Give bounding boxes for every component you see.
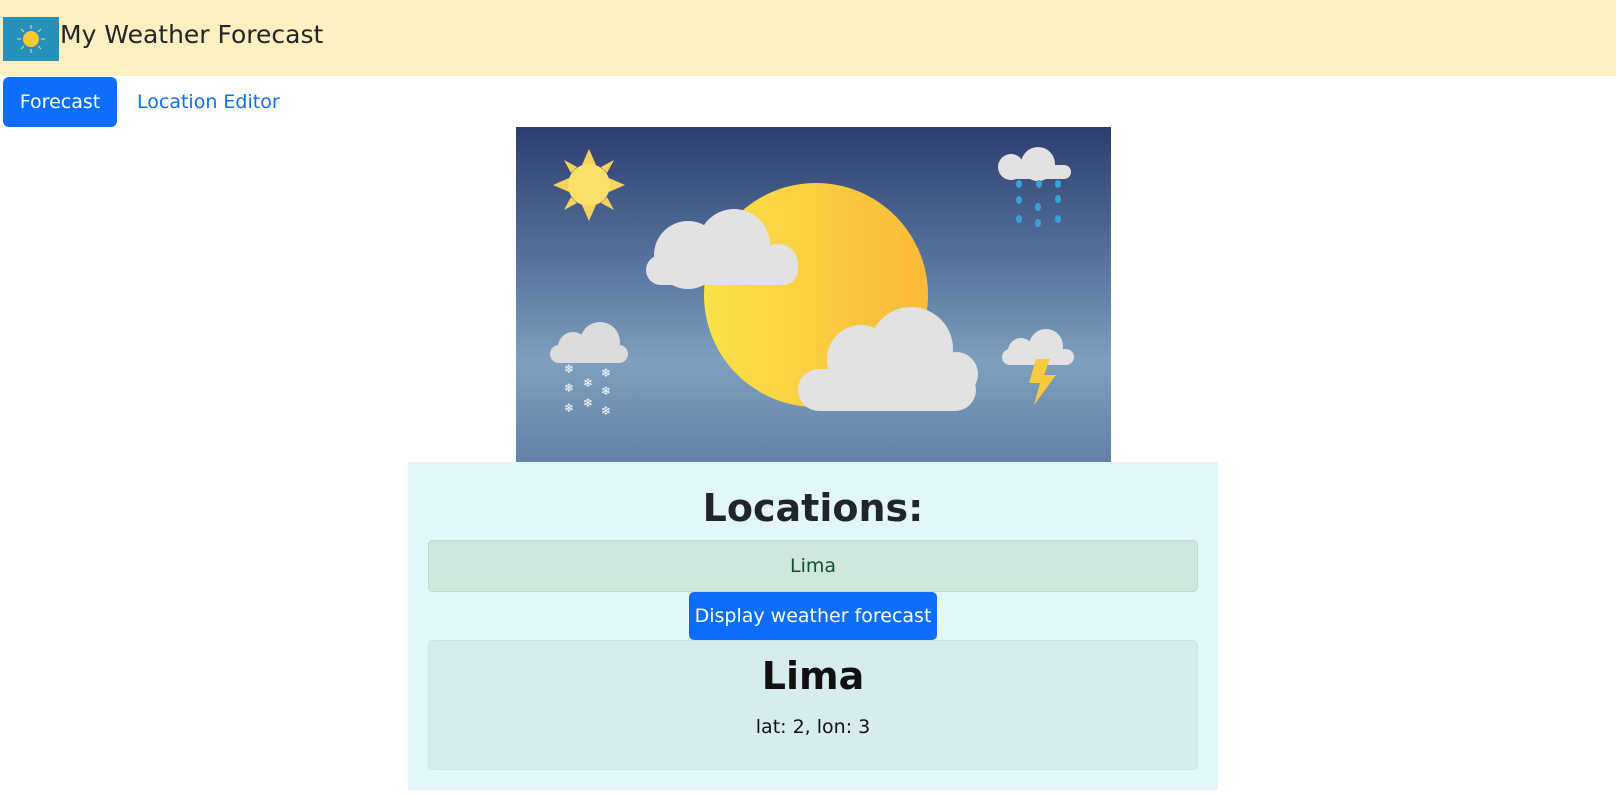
svg-text:❄: ❄: [583, 376, 593, 390]
logo-sun-icon: [3, 17, 59, 61]
svg-text:❄: ❄: [601, 384, 611, 398]
svg-text:❄: ❄: [601, 366, 611, 380]
locations-panel: Locations: Lima Display weather forecast…: [408, 462, 1218, 790]
top-bar: My Weather Forecast: [0, 0, 1616, 76]
forecast-city: Lima: [761, 654, 865, 698]
tab-location-editor[interactable]: Location Editor: [137, 77, 280, 127]
tab-forecast[interactable]: Forecast: [3, 77, 117, 127]
svg-text:❄: ❄: [601, 404, 611, 418]
svg-text:❄: ❄: [564, 362, 574, 376]
selected-location[interactable]: Lima: [428, 540, 1198, 592]
nav-pills: Forecast Location Editor: [0, 76, 400, 128]
display-weather-forecast-button[interactable]: Display weather forecast: [689, 592, 937, 640]
svg-text:❄: ❄: [583, 396, 593, 410]
svg-text:❄: ❄: [564, 381, 574, 395]
weather-hero-image: ❄ ❄ ❄ ❄ ❄ ❄ ❄ ❄: [516, 127, 1111, 462]
forecast-card: Lima lat: 2, lon: 3: [428, 640, 1198, 770]
app-title: My Weather Forecast: [60, 20, 324, 49]
locations-heading: Locations:: [702, 486, 924, 530]
svg-text:❄: ❄: [564, 401, 574, 415]
forecast-coords: lat: 2, lon: 3: [755, 716, 871, 738]
